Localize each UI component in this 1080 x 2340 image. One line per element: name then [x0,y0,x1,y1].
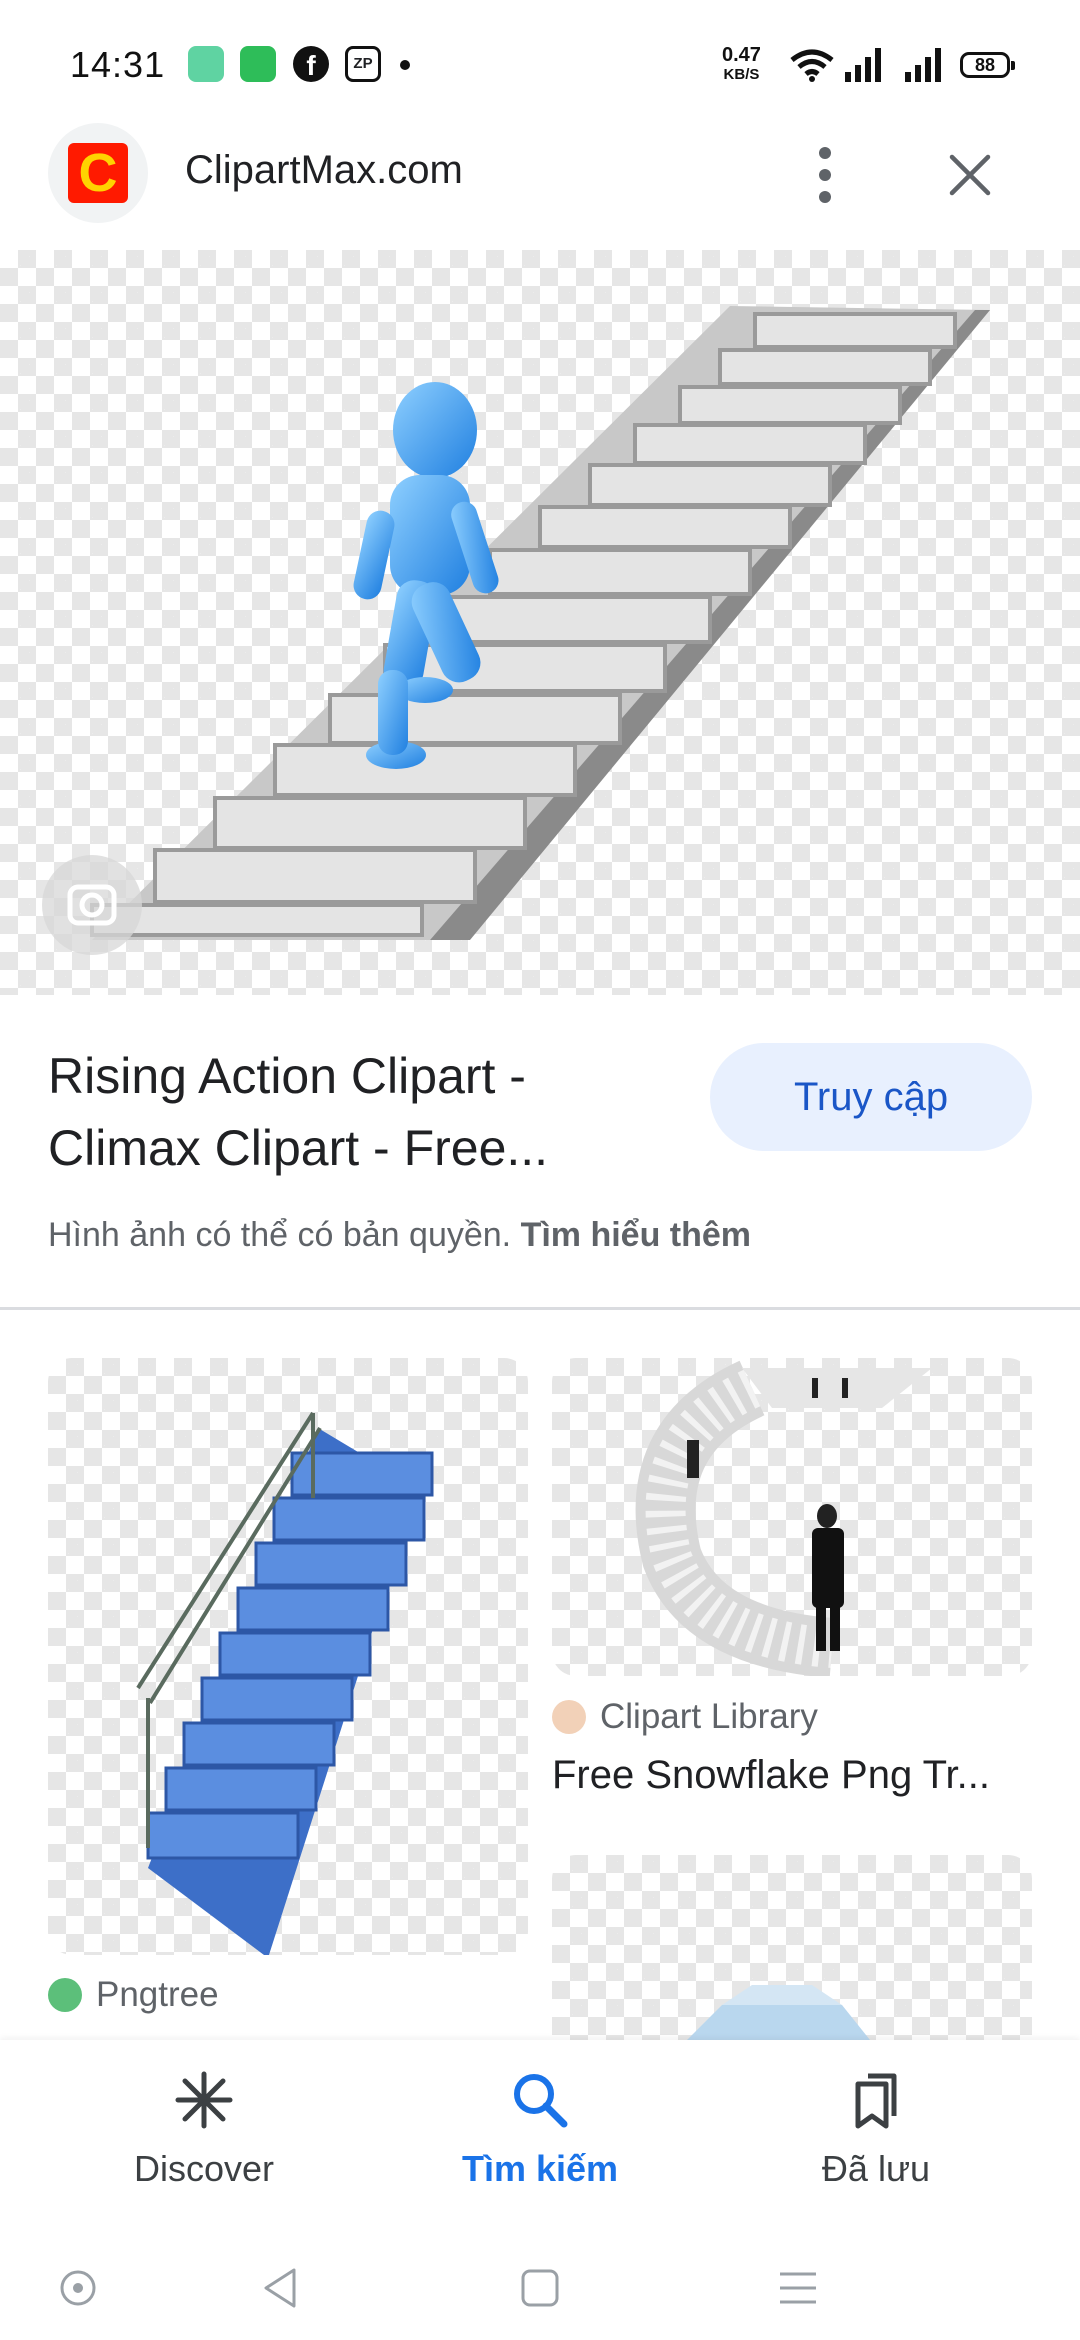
site-logo[interactable]: C [48,123,148,223]
result-title-line1: Rising Action Clipart - [48,1048,526,1104]
more-notifications-dot-icon [400,60,410,70]
visit-button[interactable]: Truy cập [710,1043,1032,1151]
network-speed: 0.47 KB/S [722,44,761,84]
related-source-pngtree[interactable]: Pngtree [48,1975,219,2015]
more-options-button[interactable] [800,140,850,210]
nav-search-label: Tìm kiếm [461,2148,619,2189]
site-logo-letter: C [68,143,128,203]
signal-2-icon [905,48,941,82]
related-image-blue-stairs[interactable] [48,1358,528,1955]
bookmarks-icon [855,2073,897,2129]
asterisk-icon [175,2071,233,2129]
copyright-notice: Hình ảnh có thể có bản quyền. Tìm hiểu t… [48,1216,751,1255]
learn-more-link[interactable]: Tìm hiểu thêm [521,1216,751,1254]
google-lens-button[interactable] [42,855,142,955]
spiral-stairs-illustration [635,1360,932,1676]
home-icon[interactable] [520,2268,560,2308]
close-button[interactable] [940,145,1000,205]
copyright-text: Hình ảnh có thể có bản quyền. [48,1216,512,1254]
recents-menu-icon[interactable] [778,2270,818,2306]
status-time: 14:31 [70,44,166,85]
signal-1-icon [845,48,881,82]
preview-image[interactable] [0,250,1080,995]
zalo-pay-icon: ZP [345,46,381,82]
nav-saved[interactable]: Đã lưu [726,2040,1026,2230]
blue-stairs-illustration [136,1411,434,1955]
back-icon[interactable] [258,2266,302,2310]
nav-search[interactable]: Tìm kiếm [390,2040,690,2230]
related-source-clipart-library[interactable]: Clipart Library [552,1697,818,1737]
nav-discover-label: Discover [133,2148,275,2189]
result-title[interactable]: Rising Action Clipart - Climax Clipart -… [48,1040,668,1184]
nav-discover[interactable]: Discover [54,2040,354,2230]
staircase-figure-illustration [90,306,990,940]
system-navigation-bar [0,2230,1080,2340]
site-name[interactable]: ClipartMax.com [185,148,463,193]
bottom-navigation: Discover Tìm kiếm Đã lưu [0,2040,1080,2230]
result-title-line2: Climax Clipart - Free... [48,1120,549,1176]
nav-saved-label: Đã lưu [821,2148,931,2189]
facebook-icon: f [293,46,329,82]
clipart-library-favicon-icon [552,1700,586,1734]
pngtree-favicon-icon [48,1978,82,2012]
app-notification-icon [188,46,224,82]
section-divider [0,1307,1080,1310]
close-icon [949,154,991,196]
status-bar: 14:31 f ZP 0.47 KB/S 88 [0,0,1080,130]
site-header: C ClipartMax.com [0,120,1080,250]
related-image-spiral-stairs[interactable] [552,1358,1032,1676]
wifi-icon [790,49,834,82]
lens-icon [67,884,117,926]
assistant-dot-icon[interactable] [58,2268,98,2308]
net-speed-unit: KB/S [723,66,760,83]
related-source-name: Clipart Library [600,1697,818,1736]
battery-indicator: 88 [960,52,1015,78]
search-icon [514,2074,568,2128]
shop-notification-icon [240,46,276,82]
related-source-name: Pngtree [96,1975,219,2014]
more-vert-icon [819,147,831,203]
net-speed-value: 0.47 [722,44,761,66]
related-title[interactable]: Free Snowflake Png Tr... [552,1753,990,1798]
